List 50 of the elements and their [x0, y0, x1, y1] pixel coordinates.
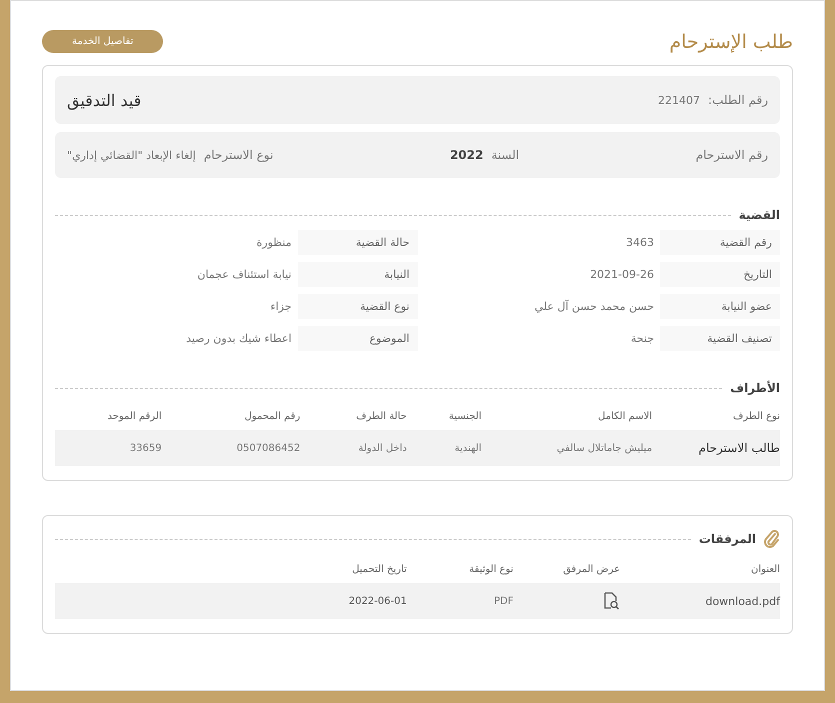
- field-value: جنحة: [630, 332, 654, 345]
- summary-label: رقم الاسترحام: [696, 148, 768, 162]
- field-label: الموضوع: [298, 326, 418, 351]
- table-cell: PDF: [406, 583, 514, 619]
- page-title: طلب الإسترحام: [669, 30, 793, 52]
- column-header: نوع الوثيقة: [468, 563, 514, 577]
- section-title: الأطراف: [730, 381, 780, 395]
- field-value: منظورة: [256, 236, 292, 249]
- column-header: الجنسية: [448, 410, 482, 424]
- field-label: رقم القضية: [660, 230, 780, 255]
- summary-label: السنة: [491, 148, 520, 162]
- field-label: نوع القضية: [298, 294, 418, 319]
- field-label: النيابة: [298, 262, 418, 287]
- column-header: نوع الطرف: [732, 410, 780, 424]
- column-header: الرقم الموحد: [106, 410, 162, 424]
- table-cell: الهندية: [406, 430, 482, 466]
- paperclip-icon: [764, 530, 780, 548]
- field-label: عضو النيابة: [660, 294, 780, 319]
- column-header: العنوان: [750, 563, 780, 577]
- summary-value: 2022: [450, 148, 484, 162]
- field-value: جزاء: [270, 300, 292, 313]
- column-header: الاسم الكامل: [597, 410, 652, 424]
- section-title: المرفقات: [698, 532, 756, 546]
- field-label: تصنيف القضية: [660, 326, 780, 351]
- request-number: 221407: [658, 94, 700, 106]
- request-status: قيد التدقيق: [67, 90, 142, 110]
- summary-value: إلغاء الإبعاد "القضائي إداري": [67, 148, 196, 162]
- table-cell: طالب الاسترحام: [652, 430, 780, 466]
- section-title: القضية: [738, 208, 780, 222]
- field-value: حسن محمد حسن آل علي: [534, 300, 654, 313]
- table-cell: 33659: [55, 430, 162, 466]
- field-label: حالة القضية: [298, 230, 418, 255]
- column-header: تاريخ التحميل: [351, 563, 407, 577]
- table-cell: ميليش جاماتلال سالفي: [481, 430, 652, 466]
- document-search-icon[interactable]: [602, 592, 620, 610]
- field-value: اعطاء شيك بدون رصيد: [186, 332, 292, 345]
- column-header: حالة الطرف: [355, 410, 407, 424]
- service-details-button[interactable]: تفاصيل الخدمة: [42, 30, 164, 53]
- request-number-label: رقم الطلب:: [708, 93, 768, 107]
- field-value: نيابة استئناف عجمان: [197, 268, 292, 281]
- field-value: 3463: [626, 236, 654, 249]
- column-header: عرض المرفق: [562, 563, 620, 577]
- table-cell: download.pdf: [620, 583, 780, 619]
- field-value: 2021-09-26: [590, 268, 654, 281]
- table-cell: داخل الدولة: [300, 430, 407, 466]
- summary-label: نوع الاسترحام: [204, 148, 274, 162]
- table-cell: 0507086452: [162, 430, 300, 466]
- field-label: التاريخ: [660, 262, 780, 287]
- column-header: رقم المحمول: [244, 410, 300, 424]
- table-cell: 2022-06-01: [268, 583, 407, 619]
